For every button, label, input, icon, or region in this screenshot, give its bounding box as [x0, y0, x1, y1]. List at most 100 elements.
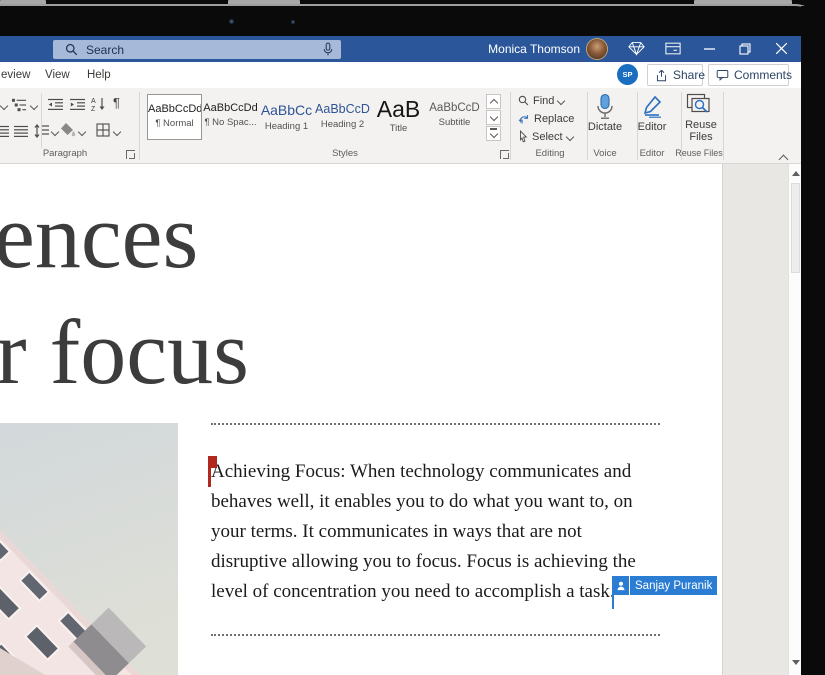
editor-icon[interactable] [640, 94, 664, 123]
avatar[interactable] [587, 39, 607, 59]
dictate-label[interactable]: Dictate [580, 121, 630, 133]
search-icon [65, 43, 78, 56]
comment-icon [716, 69, 729, 81]
sort-icon[interactable]: AZ [91, 96, 107, 117]
find-label: Find [533, 95, 554, 107]
minimize-icon[interactable] [704, 48, 715, 51]
styles-scroll-up-button[interactable] [486, 94, 501, 109]
style-subtitle[interactable]: AaBbCcD Subtitle [427, 94, 482, 140]
body-text-line[interactable]: your terms. It communicates in ways that… [211, 521, 582, 543]
ribbon-display-options-icon[interactable] [665, 42, 681, 55]
tab-review[interactable]: eview [1, 69, 30, 81]
body-text-line[interactable]: behaves well, it enables you to do what … [211, 491, 633, 513]
voice-group-label: Voice [580, 148, 630, 159]
chevron-down-icon[interactable] [0, 102, 8, 110]
account-name[interactable]: Monica Thomson [460, 42, 580, 56]
editor-group-label: Editor [628, 148, 676, 159]
line-spacing-icon[interactable] [34, 124, 50, 143]
reuse-files-label-line2[interactable]: Files [684, 131, 718, 143]
style-heading2[interactable]: AaBbCcD Heading 2 [315, 94, 370, 140]
section-dotted-divider-bottom [211, 634, 660, 636]
increase-indent-icon[interactable] [69, 98, 86, 116]
paragraph-group-label: Paragraph [0, 148, 130, 159]
tab-help[interactable]: Help [87, 69, 111, 81]
share-icon [655, 69, 668, 82]
tab-view[interactable]: View [45, 69, 70, 81]
select-button[interactable]: Select [518, 130, 573, 143]
device-screen: Search Monica Thomson eview View Help SP… [0, 0, 825, 675]
style-sample: AaBbCcD [315, 102, 370, 116]
paragraph-dialog-launcher-icon[interactable] [126, 150, 135, 159]
multilevel-list-icon[interactable] [12, 98, 27, 117]
premium-gem-icon[interactable] [628, 41, 645, 56]
style-normal[interactable]: AaBbCcDd ¶ Normal [147, 94, 202, 140]
borders-icon[interactable] [96, 123, 110, 142]
find-icon [518, 95, 529, 106]
replace-icon [518, 113, 530, 125]
reuse-files-label-line1[interactable]: Reuse [684, 119, 718, 131]
style-heading1[interactable]: AaBbCc Heading 1 [259, 94, 314, 140]
replace-label: Replace [534, 113, 574, 125]
voice-search-icon[interactable] [323, 42, 333, 57]
share-label: Share [673, 68, 705, 82]
chevron-down-icon[interactable] [51, 128, 59, 136]
find-button[interactable]: Find [518, 94, 564, 107]
ribbon: AZ ¶ Paragraph AaBbCcDd ¶ Normal AaBb [0, 88, 801, 164]
body-text-line[interactable]: Achieving Focus: When technology communi… [211, 461, 631, 483]
svg-text:Z: Z [91, 106, 96, 112]
search-input[interactable]: Search [53, 40, 341, 59]
justify-icon-partial[interactable] [0, 125, 9, 138]
style-sample: AaBbCcDd [148, 103, 201, 115]
body-text-line[interactable]: disruptive allowing you to focus. Focus … [211, 551, 636, 573]
vertical-scrollbar[interactable] [788, 164, 802, 675]
comments-button[interactable]: Comments [708, 64, 789, 86]
document-image-building[interactable] [0, 423, 178, 675]
restore-icon[interactable] [739, 43, 751, 55]
style-no-spacing[interactable]: AaBbCcDd ¶ No Spac... [203, 94, 258, 140]
style-label: Subtitle [427, 117, 482, 128]
style-sample: AaBbCc [259, 102, 314, 118]
close-icon[interactable] [776, 43, 787, 54]
section-dotted-divider-top [211, 423, 660, 425]
scrollbar-thumb[interactable] [791, 183, 800, 273]
select-icon [518, 130, 528, 143]
reuse-files-group-label: Reuse Files [674, 148, 724, 158]
style-label: Heading 2 [315, 119, 370, 130]
justify-icon[interactable] [14, 125, 28, 143]
replace-button[interactable]: Replace [518, 112, 574, 125]
style-label: Heading 1 [259, 121, 314, 132]
collaborator-flag[interactable]: Sanjay Puranik [612, 576, 717, 595]
remote-cursor-red-flag [208, 456, 217, 468]
document-headline-line2[interactable]: r focus [0, 299, 249, 405]
style-label: Title [371, 123, 426, 134]
search-placeholder: Search [86, 43, 124, 57]
style-title[interactable]: AaB Title [371, 94, 426, 140]
camera-dot [229, 19, 234, 24]
share-button[interactable]: Share [647, 64, 703, 86]
style-sample: AaBbCcDd [203, 102, 258, 114]
document-headline-line1[interactable]: ences [0, 183, 198, 289]
style-sample: AaBbCcD [427, 102, 482, 114]
style-label: ¶ No Spac... [203, 117, 258, 128]
chevron-down-icon[interactable] [113, 128, 121, 136]
select-label: Select [532, 131, 563, 143]
presence-badge[interactable]: SP [617, 64, 638, 85]
editor-label[interactable]: Editor [628, 121, 676, 133]
chevron-down-icon[interactable] [78, 128, 86, 136]
collaborator-name: Sanjay Puranik [630, 576, 717, 595]
chevron-down-icon[interactable] [30, 102, 38, 110]
styles-more-button[interactable] [486, 126, 501, 141]
shading-bucket-icon[interactable] [60, 122, 76, 143]
styles-scroll-down-button[interactable] [486, 110, 501, 125]
svg-text:A: A [91, 98, 96, 105]
pilcrow-icon[interactable]: ¶ [113, 95, 120, 110]
remote-cursor-blue [612, 595, 614, 609]
person-icon [612, 576, 629, 595]
camera-dot [291, 20, 295, 24]
document-background [722, 164, 789, 675]
decrease-indent-icon[interactable] [47, 98, 64, 116]
style-label: ¶ Normal [148, 118, 201, 129]
body-text-line[interactable]: level of concentration you need to accom… [211, 581, 615, 603]
style-sample: AaB [371, 96, 426, 123]
device-bezel-right [801, 6, 825, 675]
